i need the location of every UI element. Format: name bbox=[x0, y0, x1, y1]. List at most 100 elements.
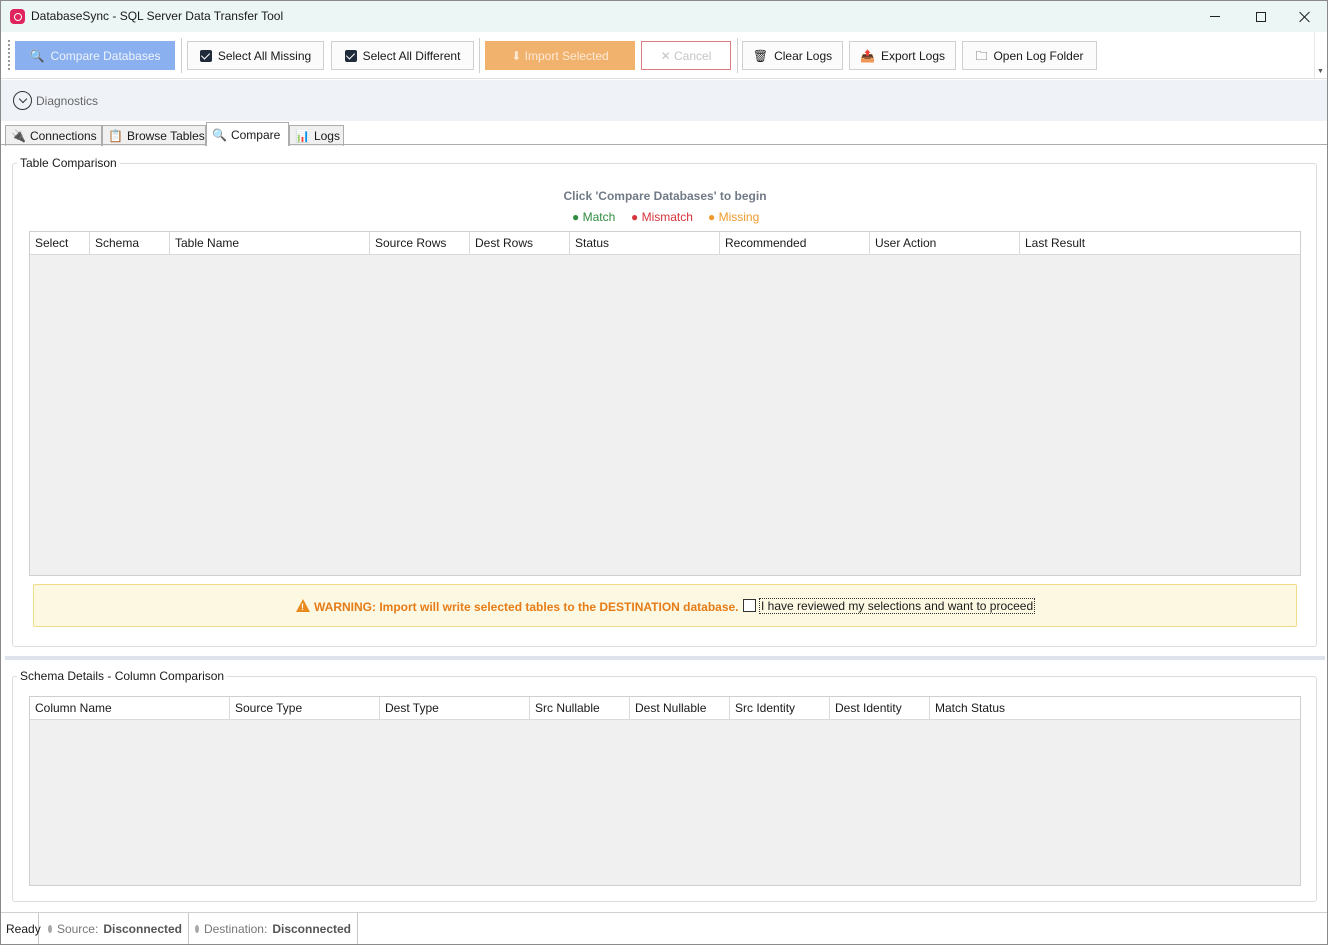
panel-splitter[interactable] bbox=[5, 656, 1325, 660]
export-icon: 📤 bbox=[860, 48, 875, 63]
column-header-dest-rows[interactable]: Dest Rows bbox=[470, 232, 570, 255]
warning-text: WARNING: Import will write selected tabl… bbox=[314, 600, 739, 614]
tab-connections[interactable]: 🔌 Connections bbox=[5, 125, 102, 146]
expand-chevron-icon[interactable] bbox=[13, 91, 32, 110]
tab-label: Logs bbox=[313, 129, 340, 143]
column-header-column-name[interactable]: Column Name bbox=[30, 697, 230, 720]
table-comparison-title: Table Comparison bbox=[17, 156, 120, 170]
column-header-recommended[interactable]: Recommended bbox=[720, 232, 870, 255]
column-header-select[interactable]: Select bbox=[30, 232, 90, 255]
toolbar-separator bbox=[181, 38, 182, 73]
column-header-last-result[interactable]: Last Result bbox=[1020, 232, 1300, 255]
tab-label: Browse Tables bbox=[126, 129, 205, 143]
legend-match: ● Match bbox=[572, 210, 616, 224]
app-logo-icon bbox=[10, 9, 25, 24]
import-warning-panel: ! WARNING: Import will write selected ta… bbox=[33, 584, 1297, 627]
tab-label: Connections bbox=[29, 129, 97, 143]
magnifier-icon: 🔍 bbox=[212, 127, 227, 142]
window-title: DatabaseSync - SQL Server Data Transfer … bbox=[31, 9, 284, 23]
column-header-source-rows[interactable]: Source Rows bbox=[370, 232, 470, 255]
legend-missing: ● Missing bbox=[708, 210, 760, 224]
table-icon: 📋 bbox=[108, 129, 123, 143]
tab-browse-tables[interactable]: 📋 Browse Tables bbox=[102, 125, 206, 146]
column-header-dest-type[interactable]: Dest Type bbox=[380, 697, 530, 720]
status-source: Source: Disconnected bbox=[48, 913, 189, 944]
clear-logs-button[interactable]: 🗑 Clear Logs bbox=[742, 41, 843, 70]
confirm-checkbox[interactable] bbox=[743, 599, 756, 612]
schema-details-grid[interactable]: Column Name Source Type Dest Type Src Nu… bbox=[29, 696, 1301, 886]
tab-label: Compare bbox=[230, 127, 281, 142]
source-label: Source: bbox=[56, 921, 99, 936]
minimize-button[interactable] bbox=[1192, 1, 1238, 32]
destination-status-dot-icon bbox=[195, 924, 199, 933]
diagnostics-label: Diagnostics bbox=[36, 94, 99, 108]
clear-logs-label: Clear Logs bbox=[774, 48, 833, 63]
column-header-src-nullable[interactable]: Src Nullable bbox=[530, 697, 630, 720]
maximize-icon bbox=[1256, 11, 1266, 22]
column-header-table-name[interactable]: Table Name bbox=[170, 232, 370, 255]
select-all-missing-label: Select All Missing bbox=[217, 48, 312, 63]
column-header-match-status[interactable]: Match Status bbox=[930, 697, 1300, 720]
trash-icon: 🗑 bbox=[752, 48, 769, 63]
import-selected-button[interactable]: ⬇ Import Selected bbox=[485, 41, 635, 70]
select-all-different-label: Select All Different bbox=[362, 48, 461, 63]
status-ready-text: Ready bbox=[6, 921, 41, 936]
source-status-dot-icon bbox=[48, 924, 52, 933]
column-header-src-identity[interactable]: Src Identity bbox=[730, 697, 830, 720]
cancel-label: ✕ Cancel bbox=[660, 48, 712, 63]
status-bar: Ready Source: Disconnected Destination: … bbox=[1, 912, 1327, 944]
tab-strip: 🔌 Connections 📋 Browse Tables 🔍 Compare … bbox=[1, 122, 1327, 146]
column-header-dest-nullable[interactable]: Dest Nullable bbox=[630, 697, 730, 720]
export-logs-button[interactable]: 📤 Export Logs bbox=[849, 41, 956, 70]
column-header-dest-identity[interactable]: Dest Identity bbox=[830, 697, 930, 720]
toolbar-separator bbox=[737, 38, 738, 73]
column-header-status[interactable]: Status bbox=[570, 232, 720, 255]
maximize-button[interactable] bbox=[1238, 1, 1284, 32]
app-window: DatabaseSync - SQL Server Data Transfer … bbox=[0, 0, 1328, 945]
column-header-source-type[interactable]: Source Type bbox=[230, 697, 380, 720]
destination-label: Destination: bbox=[203, 921, 268, 936]
column-header-user-action[interactable]: User Action bbox=[870, 232, 1020, 255]
compare-databases-button[interactable]: 🔍 Compare Databases bbox=[15, 41, 175, 70]
tab-logs[interactable]: 📊 Logs bbox=[289, 125, 344, 146]
toolbar: 🔍 Compare Databases Select All Missing S… bbox=[1, 32, 1327, 79]
table-comparison-grid[interactable]: Select Schema Table Name Source Rows Des… bbox=[29, 231, 1301, 576]
chart-icon: 📊 bbox=[295, 129, 310, 143]
select-all-different-button[interactable]: Select All Different bbox=[331, 41, 474, 70]
confirm-checkbox-label[interactable]: I have reviewed my selections and want t… bbox=[759, 598, 1036, 614]
destination-value: Disconnected bbox=[272, 921, 351, 936]
compare-databases-label: Compare Databases bbox=[50, 48, 161, 63]
open-log-folder-button[interactable]: 🗀 Open Log Folder bbox=[962, 41, 1097, 70]
status-ready: Ready bbox=[6, 913, 41, 944]
title-bar: DatabaseSync - SQL Server Data Transfer … bbox=[1, 1, 1327, 32]
import-selected-label: ⬇ Import Selected bbox=[511, 48, 609, 63]
export-logs-label: Export Logs bbox=[880, 48, 945, 63]
diagnostics-expander[interactable]: Diagnostics bbox=[1, 80, 1327, 121]
source-value: Disconnected bbox=[103, 921, 182, 936]
toolbar-grip[interactable] bbox=[8, 40, 10, 70]
warning-icon: ! bbox=[296, 599, 310, 612]
folder-icon: 🗀 bbox=[975, 48, 988, 63]
tab-compare[interactable]: 🔍 Compare bbox=[206, 122, 289, 146]
checkbox-checked-icon bbox=[199, 49, 212, 62]
tab-divider bbox=[1, 144, 1327, 145]
open-log-folder-label: Open Log Folder bbox=[993, 48, 1084, 63]
legend-mismatch: ● Mismatch bbox=[631, 210, 693, 224]
minimize-icon bbox=[1210, 16, 1220, 17]
toolbar-separator bbox=[479, 38, 480, 73]
toolbar-overflow-icon[interactable]: ▼ bbox=[1317, 68, 1324, 75]
cancel-button[interactable]: ✕ Cancel bbox=[641, 41, 731, 70]
plug-icon: 🔌 bbox=[11, 129, 26, 143]
compare-hint: Click 'Compare Databases' to begin bbox=[563, 189, 767, 203]
close-icon bbox=[1299, 11, 1311, 23]
status-destination: Destination: Disconnected bbox=[195, 913, 358, 944]
close-window-button[interactable] bbox=[1282, 1, 1327, 32]
checkbox-checked-icon bbox=[344, 49, 357, 62]
grid-header: Column Name Source Type Dest Type Src Nu… bbox=[30, 697, 1300, 720]
magnifier-icon: 🔍 bbox=[29, 48, 45, 63]
toolbar-edge bbox=[1314, 32, 1315, 78]
select-all-missing-button[interactable]: Select All Missing bbox=[187, 41, 324, 70]
column-header-schema[interactable]: Schema bbox=[90, 232, 170, 255]
schema-details-title: Schema Details - Column Comparison bbox=[17, 669, 228, 683]
grid-header: Select Schema Table Name Source Rows Des… bbox=[30, 232, 1300, 255]
